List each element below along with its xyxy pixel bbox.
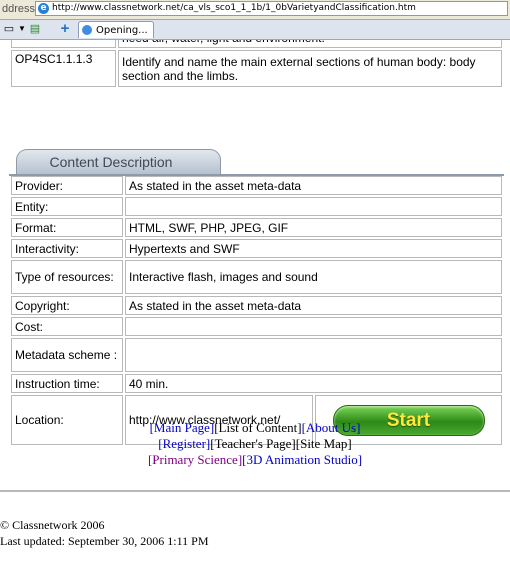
address-bar: ddress e http://www.classnetwork.net/ca_…	[0, 0, 510, 20]
table-row: Metadata scheme :	[11, 338, 502, 372]
tab-bar: ▭ ▼ ▤ + Opening...	[0, 20, 510, 40]
table-row: Entity:	[11, 197, 502, 216]
row-label: Metadata scheme :	[11, 338, 123, 372]
row-value: Interactive flash, images and sound	[125, 260, 502, 294]
add-favorites-icon[interactable]: ▤	[29, 23, 41, 35]
table-row: Cost:	[11, 317, 502, 336]
content-description-header: Content Description	[16, 149, 221, 175]
page-content: need air, water, light and environment. …	[0, 40, 510, 570]
row-value: 40 min.	[125, 374, 502, 393]
objective-code	[11, 40, 116, 48]
main-page-link[interactable]: [Main Page]	[150, 420, 215, 435]
objective-text: need air, water, light and environment.	[118, 40, 502, 48]
section-title: Content Description	[49, 154, 173, 170]
row-label: Provider:	[11, 176, 123, 195]
url-field[interactable]: e http://www.classnetwork.net/ca_vls_sco…	[35, 1, 508, 16]
row-label: Entity:	[11, 197, 123, 216]
teachers-page-text: [Teacher's Page]	[210, 436, 296, 451]
new-tab-icon[interactable]: +	[59, 21, 71, 36]
page-footer: © Classnetwork 2006 Last updated: Septem…	[0, 517, 209, 549]
row-value: As stated in the asset meta-data	[125, 176, 502, 195]
table-row: need air, water, light and environment.	[11, 40, 502, 48]
row-label: Instruction time:	[11, 374, 123, 393]
objective-text: Identify and name the main external sect…	[118, 50, 502, 87]
site-map-text: [Site Map]	[295, 436, 352, 451]
table-row: Type of resources: Interactive flash, im…	[11, 260, 502, 294]
primary-science-link[interactable]: [Primary Science]	[148, 452, 242, 467]
table-row: Instruction time: 40 min.	[11, 374, 502, 393]
row-value: HTML, SWF, PHP, JPEG, GIF	[125, 218, 502, 237]
copyright-text: © Classnetwork 2006	[0, 518, 105, 532]
table-row: Copyright: As stated in the asset meta-d…	[11, 296, 502, 315]
table-row: Provider: As stated in the asset meta-da…	[11, 176, 502, 195]
table-row: Format: HTML, SWF, PHP, JPEG, GIF	[11, 218, 502, 237]
tab-opening[interactable]: Opening...	[78, 21, 154, 38]
row-value: As stated in the asset meta-data	[125, 296, 502, 315]
loading-icon	[82, 25, 92, 35]
ie-page-icon: e	[38, 3, 49, 14]
row-label: Cost:	[11, 317, 123, 336]
row-label: Interactivity:	[11, 239, 123, 258]
objective-code: OP4SC1.1.1.3	[11, 50, 116, 87]
objectives-table: need air, water, light and environment. …	[9, 40, 504, 89]
row-value: Hypertexts and SWF	[125, 239, 502, 258]
footer-divider	[0, 490, 510, 492]
row-label: Format:	[11, 218, 123, 237]
tab-label: Opening...	[96, 25, 148, 36]
animation-studio-link[interactable]: [3D Animation Studio]	[242, 452, 362, 467]
row-label: Copyright:	[11, 296, 123, 315]
row-value	[125, 197, 502, 216]
row-label: Type of resources:	[11, 260, 123, 294]
address-label: ddress	[2, 3, 36, 15]
dropdown-arrow-icon[interactable]: ▼	[16, 23, 28, 35]
row-value	[125, 338, 502, 372]
last-updated-text: Last updated: September 30, 2006 1:11 PM	[0, 534, 209, 548]
about-us-link[interactable]: [About Us]	[302, 420, 361, 435]
list-of-content-text: [List of Content]	[214, 420, 302, 435]
register-link[interactable]: [Register]	[158, 436, 210, 451]
table-row: Interactivity: Hypertexts and SWF	[11, 239, 502, 258]
url-text: http://www.classnetwork.net/ca_vls_sco1_…	[52, 3, 416, 13]
row-value	[125, 317, 502, 336]
favorites-icon[interactable]: ▭	[3, 23, 15, 35]
footer-navigation: [Main Page][List of Content][About Us] […	[0, 420, 510, 468]
table-row: OP4SC1.1.1.3 Identify and name the main …	[11, 50, 502, 87]
content-description-table: Provider: As stated in the asset meta-da…	[9, 174, 504, 447]
